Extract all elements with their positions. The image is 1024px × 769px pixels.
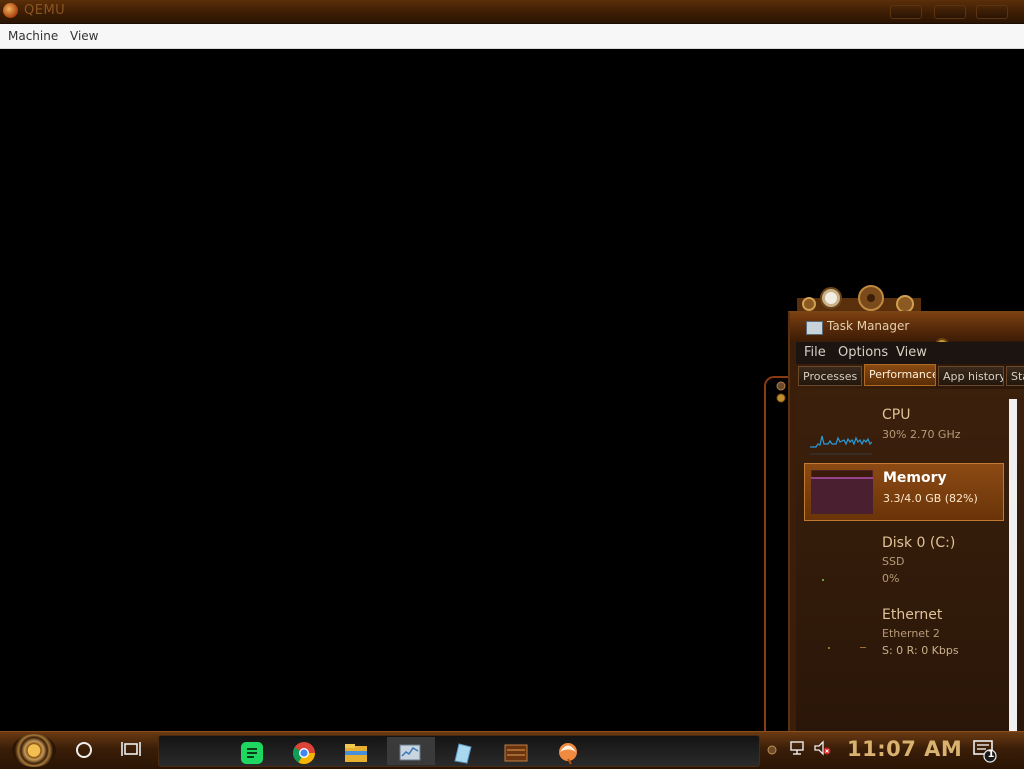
performance-panel: CPU 30% 2.70 GHz Memory 3.3/4.0 GB (82%)… bbox=[796, 389, 1024, 733]
tab-app-history[interactable]: App history bbox=[938, 366, 1004, 386]
perf-item-ethernet[interactable]: Ethernet Ethernet 2 S: 0 R: 0 Kbps bbox=[804, 605, 1004, 663]
spotify-icon[interactable] bbox=[239, 741, 265, 765]
scrollbar[interactable] bbox=[1009, 399, 1017, 731]
perf-name: Disk 0 (C:) bbox=[882, 535, 956, 551]
taskbar-apps bbox=[158, 735, 760, 767]
tab-startup[interactable]: Sta bbox=[1006, 366, 1024, 386]
maximize-button[interactable] bbox=[934, 5, 966, 19]
close-button[interactable] bbox=[976, 5, 1008, 19]
perf-detail: SSD bbox=[882, 555, 905, 568]
menu-view[interactable]: View bbox=[70, 29, 98, 43]
perf-detail: Ethernet 2 bbox=[882, 627, 940, 640]
task-manager-title-bar[interactable]: Task Manager bbox=[790, 313, 1024, 361]
valve-icon bbox=[776, 381, 786, 403]
taskbar: 11:07 AM 1 bbox=[0, 731, 1024, 769]
tray-overflow-icon[interactable] bbox=[766, 743, 778, 757]
menu-view-tm[interactable]: View bbox=[896, 345, 927, 360]
volume-muted-icon[interactable] bbox=[813, 740, 831, 756]
disk-graph bbox=[822, 579, 824, 581]
perf-name: CPU bbox=[882, 407, 911, 423]
app-icon[interactable] bbox=[449, 741, 475, 765]
chrome-icon[interactable] bbox=[291, 741, 317, 765]
tab-processes[interactable]: Processes bbox=[798, 366, 862, 386]
perf-detail: 0% bbox=[882, 572, 900, 585]
file-explorer-icon[interactable] bbox=[343, 741, 369, 765]
task-manager-tabs: Processes Performance App history Sta bbox=[798, 364, 1024, 388]
qemu-icon[interactable] bbox=[555, 741, 581, 765]
taskbar-clock[interactable]: 11:07 AM bbox=[847, 737, 962, 761]
qemu-title-bar: QEMU bbox=[0, 0, 1024, 24]
perf-detail: 30% 2.70 GHz bbox=[882, 428, 961, 441]
task-view-icon[interactable] bbox=[121, 741, 141, 757]
menu-machine[interactable]: Machine bbox=[8, 29, 58, 43]
perf-item-cpu[interactable]: CPU 30% 2.70 GHz bbox=[804, 405, 1004, 463]
task-manager-icon[interactable] bbox=[397, 741, 423, 765]
gears-decoration bbox=[797, 285, 921, 312]
task-manager-window: Task Manager File Options View Processes… bbox=[788, 311, 1024, 733]
start-button[interactable] bbox=[12, 734, 56, 767]
perf-item-memory[interactable]: Memory 3.3/4.0 GB (82%) bbox=[804, 463, 1004, 521]
ethernet-graph bbox=[828, 647, 866, 649]
perf-item-disk[interactable]: Disk 0 (C:) SSD 0% bbox=[804, 533, 1004, 591]
search-icon[interactable] bbox=[76, 742, 92, 758]
qemu-menubar: Machine View bbox=[0, 24, 1024, 49]
perf-name: Ethernet bbox=[882, 607, 943, 623]
cpu-graph bbox=[810, 435, 872, 455]
perf-name: Memory bbox=[883, 470, 947, 486]
minimize-button[interactable] bbox=[890, 5, 922, 19]
menu-file[interactable]: File bbox=[804, 345, 826, 360]
calendar-icon[interactable] bbox=[503, 741, 529, 765]
qemu-app-icon[interactable] bbox=[3, 3, 18, 18]
perf-detail: 3.3/4.0 GB (82%) bbox=[883, 492, 978, 505]
memory-graph bbox=[811, 470, 873, 514]
perf-detail: S: 0 R: 0 Kbps bbox=[882, 644, 959, 657]
network-icon[interactable] bbox=[788, 740, 806, 756]
task-manager-title: Task Manager bbox=[827, 319, 910, 333]
pipe-decoration bbox=[764, 376, 788, 733]
tab-performance[interactable]: Performance bbox=[864, 364, 936, 386]
notification-badge: 1 bbox=[987, 749, 995, 760]
window-title: QEMU bbox=[24, 3, 66, 18]
task-manager-icon bbox=[806, 321, 823, 335]
task-manager-menubar: File Options View bbox=[796, 342, 1024, 364]
menu-options[interactable]: Options bbox=[838, 345, 888, 360]
